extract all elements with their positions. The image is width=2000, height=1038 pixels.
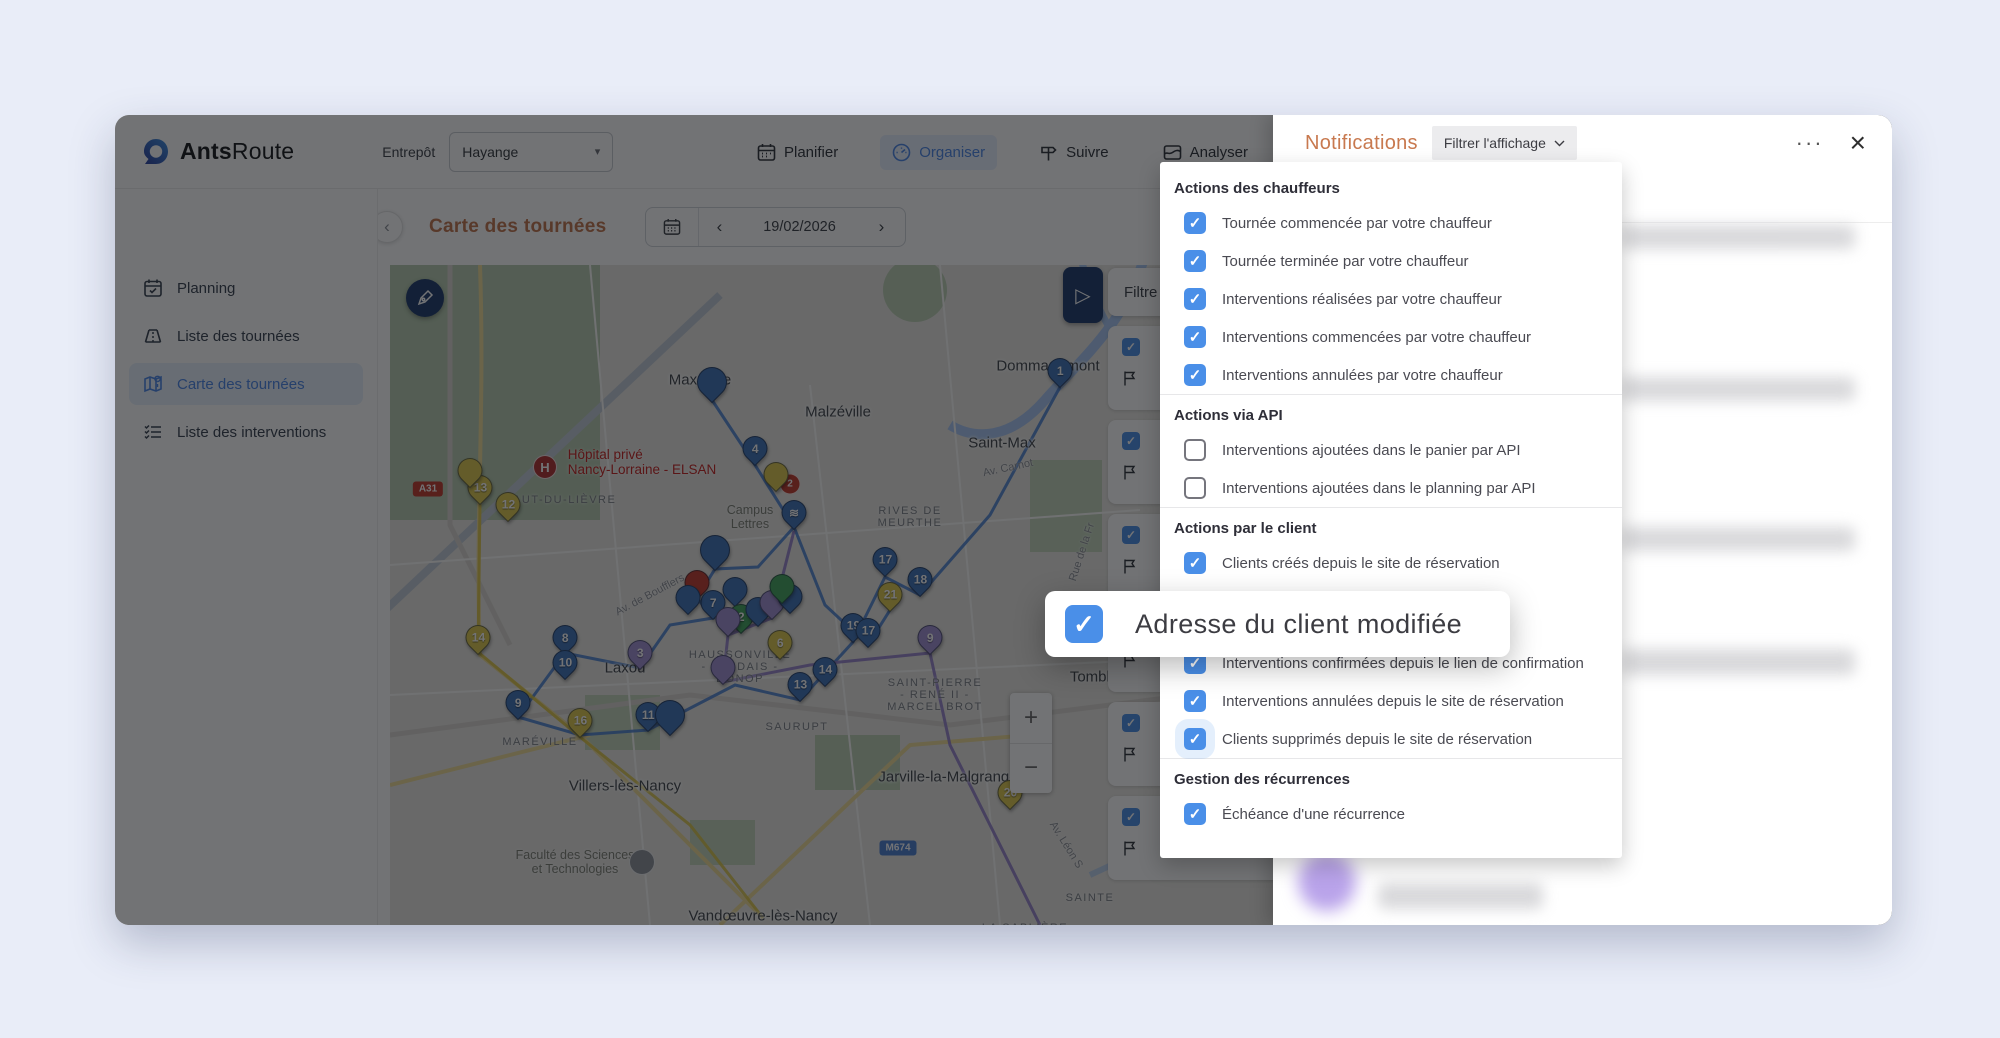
notification-filter-option[interactable]: ✓ Interventions réalisées par votre chauf…: [1160, 280, 1622, 318]
option-label: Clients créés depuis le site de réservat…: [1222, 555, 1500, 572]
option-label: Tournée terminée par votre chauffeur: [1222, 253, 1469, 270]
notification-placeholder: [1620, 527, 1855, 551]
notifications-title: Notifications: [1305, 132, 1418, 155]
notification-placeholder: [1620, 649, 1855, 675]
notification-filter-option[interactable]: Interventions ajoutées dans le panier pa…: [1160, 431, 1622, 469]
notification-placeholder: [1620, 377, 1855, 401]
checked-checkbox[interactable]: ✓: [1184, 552, 1206, 574]
option-label: Interventions ajoutées dans le panier pa…: [1222, 442, 1521, 459]
filter-display-button[interactable]: Filtrer l'affichage: [1432, 126, 1577, 160]
more-options-button[interactable]: ···: [1796, 138, 1824, 148]
notification-placeholder: [1620, 225, 1855, 249]
option-label: Tournée commencée par votre chauffeur: [1222, 215, 1492, 232]
checked-checkbox[interactable]: ✓: [1184, 728, 1206, 750]
filter-display-label: Filtrer l'affichage: [1444, 135, 1546, 151]
notification-placeholder: [1378, 883, 1543, 909]
option-label: Clients supprimés depuis le site de rése…: [1222, 731, 1532, 748]
dropdown-section-title: Actions des chauffeurs: [1160, 172, 1622, 204]
dropdown-section-title: Actions via API: [1160, 399, 1622, 431]
option-label: Échéance d'une récurrence: [1222, 806, 1405, 823]
avatar: [1298, 853, 1356, 911]
dropdown-section-title: Gestion des récurrences: [1160, 763, 1622, 795]
dropdown-section: Actions via API Interventions ajoutées da…: [1160, 394, 1622, 507]
dropdown-section-title: Actions par le client: [1160, 512, 1622, 544]
checked-checkbox[interactable]: ✓: [1184, 288, 1206, 310]
notification-filter-option[interactable]: ✓ Interventions annulées par votre chauff…: [1160, 356, 1622, 394]
highlighted-option-label: Adresse du client modifiée: [1135, 609, 1462, 640]
checked-checkbox[interactable]: ✓: [1184, 690, 1206, 712]
close-icon[interactable]: ×: [1850, 132, 1866, 154]
notification-filter-option[interactable]: ✓ Interventions commencées par votre chau…: [1160, 318, 1622, 356]
option-label: Interventions annulées par votre chauffe…: [1222, 367, 1503, 384]
checked-checkbox[interactable]: ✓: [1184, 326, 1206, 348]
dropdown-section: Gestion des récurrences ✓ Échéance d'une r…: [1160, 758, 1622, 833]
highlighted-option-callout[interactable]: ✓ Adresse du client modifiée: [1045, 591, 1510, 657]
dropdown-section: Actions des chauffeurs ✓ Tournée commencée…: [1160, 168, 1622, 394]
notification-filter-dropdown: Actions des chauffeurs ✓ Tournée commencée…: [1160, 162, 1622, 858]
chevron-down-icon: [1554, 140, 1565, 147]
unchecked-checkbox[interactable]: [1184, 439, 1206, 461]
notification-filter-option[interactable]: ✓ Tournée commencée par votre chauffeur: [1160, 204, 1622, 242]
checked-checkbox[interactable]: ✓: [1184, 212, 1206, 234]
page: AntsRoute Entrepôt Hayange ▾ Planifier O…: [0, 0, 2000, 1038]
notification-filter-option[interactable]: ✓ Tournée terminée par votre chauffeur: [1160, 242, 1622, 280]
checked-checkbox[interactable]: ✓: [1065, 605, 1103, 643]
notification-filter-option[interactable]: ✓ Échéance d'une récurrence: [1160, 795, 1622, 833]
notification-filter-option[interactable]: ✓ Clients créés depuis le site de réserva…: [1160, 544, 1622, 582]
app-window: AntsRoute Entrepôt Hayange ▾ Planifier O…: [115, 115, 1892, 925]
notification-filter-option[interactable]: ✓ Interventions annulées depuis le site d…: [1160, 682, 1622, 720]
unchecked-checkbox[interactable]: [1184, 477, 1206, 499]
notification-filter-option[interactable]: ✓ Clients supprimés depuis le site de rés…: [1160, 720, 1622, 758]
option-label: Interventions confirmées depuis le lien …: [1222, 655, 1584, 672]
checked-checkbox[interactable]: ✓: [1184, 250, 1206, 272]
option-label: Interventions ajoutées dans le planning …: [1222, 480, 1536, 497]
checked-checkbox[interactable]: ✓: [1184, 803, 1206, 825]
checked-checkbox[interactable]: ✓: [1184, 364, 1206, 386]
option-label: Interventions annulées depuis le site de…: [1222, 693, 1564, 710]
option-label: Interventions commencées par votre chauf…: [1222, 329, 1531, 346]
notification-filter-option[interactable]: Interventions ajoutées dans le planning …: [1160, 469, 1622, 507]
option-label: Interventions réalisées par votre chauff…: [1222, 291, 1502, 308]
